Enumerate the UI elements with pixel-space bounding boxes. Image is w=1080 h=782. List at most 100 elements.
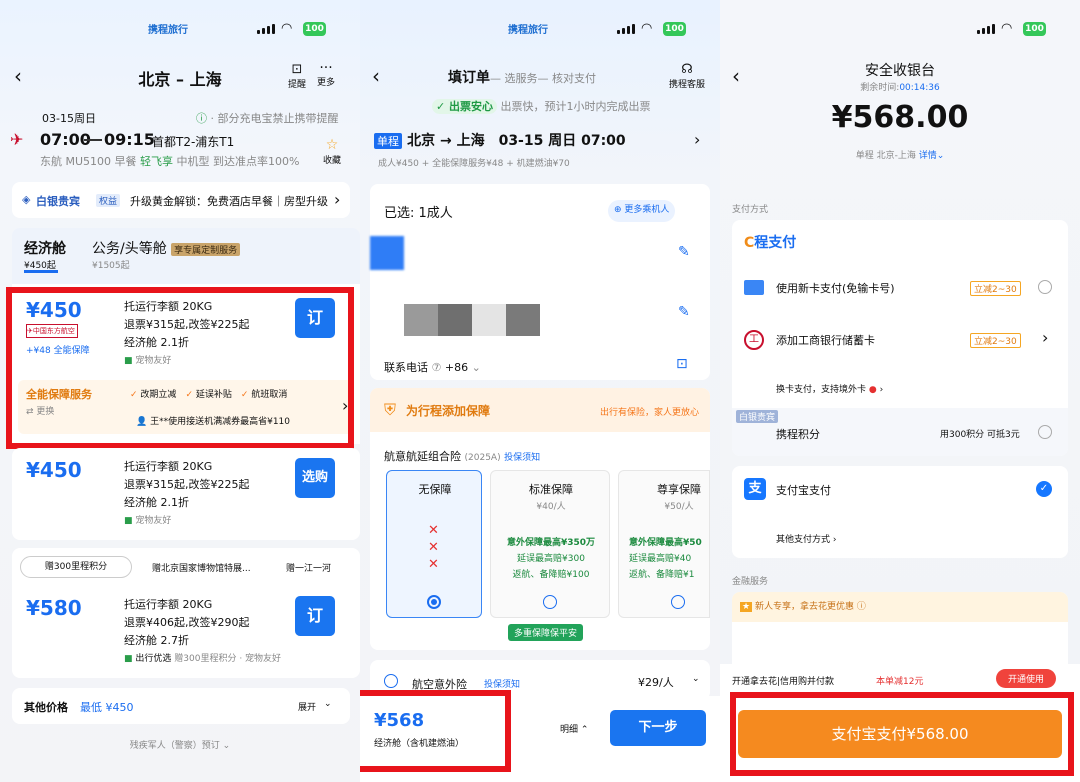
- ctrip-logo: 携程旅行: [508, 25, 548, 36]
- plan-none[interactable]: 无保障 ✕ ✕ ✕: [386, 470, 482, 618]
- phone-field[interactable]: 联系电话 ⑦ +86 ⌄: [384, 359, 481, 375]
- radio-unselected[interactable]: [671, 595, 685, 609]
- chip-river[interactable]: 赠一江一河: [286, 561, 356, 574]
- user-icon: 👤: [136, 417, 148, 427]
- blurred-passenger: [370, 236, 404, 270]
- tab-indicator: [24, 270, 58, 273]
- wifi-icon: ◠: [641, 21, 653, 36]
- ctrip-logo: 携程旅行: [148, 25, 188, 36]
- passenger-card: 已选: 1成人 ⊕ 更多乘机人 ✎ ✎ 联系电话 ⑦ +86 ⌄ ⊡: [370, 184, 710, 380]
- favorite-button[interactable]: ☆ 收藏: [323, 137, 341, 166]
- offer-details: 托运行李额 20KG 退票¥315起,改签¥225起 经济舱 2.1折 ■ 宠物友好: [124, 300, 250, 366]
- open-credit-button[interactable]: 开通使用: [996, 669, 1057, 688]
- diamond-icon: ◈: [22, 193, 31, 206]
- blurred-id: [404, 304, 540, 336]
- offer-card-2: ¥450 托运行李额 20KG 退票¥315起,改签¥225起 经济舱 2.1折 ■ …: [12, 448, 360, 540]
- remind-button[interactable]: ⊡ 提醒: [287, 62, 307, 90]
- pay-footer: 开通拿去花|信用购并付款 本单减12元 开通使用 支付宝支付¥568.00: [720, 664, 1080, 782]
- signal-icon: [257, 24, 275, 34]
- buy-button[interactable]: 选购: [295, 458, 335, 498]
- check-icon[interactable]: ✓: [1036, 481, 1052, 497]
- cabin-tabs: 经济舱 ¥450起 公务/头等舱 享专属定制服务 ¥1505起: [12, 228, 360, 284]
- chevron-down-icon: ⌄: [692, 674, 700, 684]
- signal-icon: [617, 24, 635, 34]
- offer-card-3: 赠300里程积分 赠北京国家博物馆特展... 赠一江一河 ¥580 托运行李额 …: [12, 548, 360, 678]
- book-button[interactable]: 订: [295, 596, 335, 636]
- radio-selected[interactable]: [427, 595, 441, 609]
- radio-unselected[interactable]: [543, 595, 557, 609]
- chart-icon: ⊡: [291, 62, 303, 77]
- order-form-panel: 携程旅行 ◠ 100 ‹ 填订单— 选服务— 核对支付 ☊ 携程客服 ✓ 出票安心…: [360, 0, 720, 782]
- edit-icon[interactable]: ✎: [678, 244, 690, 260]
- book-button[interactable]: 订: [295, 298, 335, 338]
- info-icon: ⓘ: [196, 112, 207, 125]
- add-icbc-card[interactable]: 工 添加工商银行储蓄卡 立减2~30 ›: [732, 324, 1068, 368]
- add-passenger-button[interactable]: ⊕ 更多乘机人: [608, 200, 676, 222]
- airline-logo: ✈: [10, 130, 24, 149]
- chevron-down-icon: ⌄: [324, 699, 332, 709]
- airline-badge: ✈中国东方航空: [26, 324, 78, 338]
- change-card-link[interactable]: 换卡支付，支持境外卡 ● ›: [776, 382, 883, 395]
- more-button[interactable]: ··· 更多: [315, 60, 337, 88]
- airports: 首都T2-浦东T1: [152, 135, 235, 149]
- chevron-right-icon: ›: [1042, 328, 1049, 347]
- chip-museum[interactable]: 赠北京国家博物馆特展...: [152, 561, 272, 574]
- back-icon[interactable]: ‹: [372, 64, 380, 88]
- new-user-promo[interactable]: ★ 新人专享，拿去花更优惠 ⓘ: [732, 592, 1068, 622]
- flight-meta: 东航 MU5100 早餐 轻飞享 中机型 到达准点率100%: [40, 155, 300, 168]
- step-header: 填订单— 选服务— 核对支付: [448, 70, 596, 86]
- offer-card-1: ¥450 ✈中国东方航空 +¥48 全能保障 托运行李额 20KG 退票¥315起…: [12, 284, 360, 444]
- status-bar: 携程旅行 ◠ 100: [360, 18, 720, 40]
- detail-link[interactable]: 明细 ⌃: [560, 722, 588, 735]
- wifi-icon: ◠: [1001, 21, 1013, 36]
- other-prices[interactable]: 其他价格 最低 ¥450 展开 ⌄: [12, 688, 350, 724]
- card-icon: [744, 280, 764, 295]
- shield-icon: ⛨: [384, 400, 397, 419]
- tab-business[interactable]: 公务/头等舱 享专属定制服务 ¥1505起: [92, 238, 241, 271]
- bottom-bar: ¥568 经济舱（含机建燃油） 明细 ⌃ 下一步: [360, 696, 720, 782]
- radio-unselected[interactable]: [1038, 280, 1052, 294]
- contacts-icon[interactable]: ⊡: [676, 356, 688, 372]
- tab-economy[interactable]: 经济舱 ¥450起: [24, 238, 66, 271]
- points-row[interactable]: 白银贵宾 携程积分 用300积分 可抵3元: [732, 408, 1068, 456]
- wifi-icon: ◠: [281, 21, 293, 36]
- alipay-option[interactable]: 支 支付宝支付 ✓: [732, 478, 1068, 510]
- radio-unselected[interactable]: [1038, 425, 1052, 439]
- chevron-right-icon: ›: [334, 190, 341, 209]
- insurance-notice-link[interactable]: 投保须知: [504, 453, 540, 463]
- edit-icon[interactable]: ✎: [678, 304, 690, 320]
- notice[interactable]: ⓘ · 部分充电宝禁止携带提醒: [196, 110, 356, 126]
- insurance-card: ⛨ 为行程添加保障 出行有保险，家人更放心 航意航延组合险 (2025A) 投保…: [370, 388, 710, 650]
- arrow-line: [84, 139, 102, 141]
- other-pay-link[interactable]: 其他支付方式 ›: [776, 532, 836, 545]
- offer-details: 托运行李额 20KG 退票¥406起,改签¥290起 经济舱 2.7折 ■ 出行优选 …: [124, 598, 282, 664]
- radio-unselected[interactable]: [384, 674, 398, 688]
- chip-points[interactable]: 赠300里程积分: [20, 556, 132, 578]
- battery-icon: 100: [663, 22, 686, 36]
- offer-price: ¥450: [26, 298, 82, 322]
- alipay-icon: 支: [744, 478, 766, 500]
- next-button[interactable]: 下一步: [610, 710, 706, 746]
- flight-detail-panel: 携程旅行 ◠ 100 ‹ 北京 – 上海 ⊡ 提醒 ··· 更多 03-15周日 ⓘ…: [0, 0, 360, 782]
- page-title: 安全收银台: [865, 63, 935, 79]
- trip-info[interactable]: 单程 北京 → 上海 03-15 周日 07:00: [374, 130, 626, 150]
- pay-new-card[interactable]: 使用新卡支付(免输卡号) 立减2~30: [732, 272, 1068, 316]
- accident-insurance[interactable]: 航空意外险 投保须知 ¥29/人 ⌄: [370, 660, 710, 700]
- plan-standard[interactable]: 标准保障 ¥40/人 意外保障最高¥350万 延误最高赔¥300 返航、备降赔¥10…: [490, 470, 610, 618]
- customer-service[interactable]: ☊ 携程客服: [669, 62, 705, 90]
- total-price: ¥568: [374, 710, 425, 731]
- arr-time: 09:15: [104, 130, 155, 149]
- ticket-assure: ✓ 出票安心 出票快，预计1小时内完成出票: [432, 98, 651, 114]
- flight-date: 03-15周日: [42, 112, 96, 125]
- plan-premium[interactable]: 尊享保障 ¥50/人 意外保障最高¥50 延误最高赔¥40 返航、备降赔¥1: [618, 470, 710, 618]
- detail-link[interactable]: 详情⌄: [919, 151, 945, 161]
- battery-icon: 100: [303, 22, 326, 36]
- disabled-veteran-link[interactable]: 残疾军人（警察）预订 ⌄: [0, 738, 360, 751]
- more-dots-icon: ···: [319, 60, 333, 76]
- signal-icon: [977, 24, 995, 34]
- payment-card: C程支付 使用新卡支付(免输卡号) 立减2~30 工 添加工商银行储蓄卡 立减2…: [732, 220, 1068, 456]
- alipay-pay-button[interactable]: 支付宝支付¥568.00: [738, 710, 1062, 758]
- protect-service[interactable]: 全能保障服务 ⇄ 更换 ✓ 改期立减 ✓ 延误补贴 ✓ 航班取消 👤 王**使用…: [18, 380, 354, 434]
- member-bar[interactable]: ◈ 白银贵宾 权益 升级黄金解锁：免费酒店早餐｜房型升级 等 ›: [12, 182, 350, 218]
- offer-details: 托运行李额 20KG 退票¥315起,改签¥225起 经济舱 2.1折 ■ 宠物友好: [124, 460, 250, 526]
